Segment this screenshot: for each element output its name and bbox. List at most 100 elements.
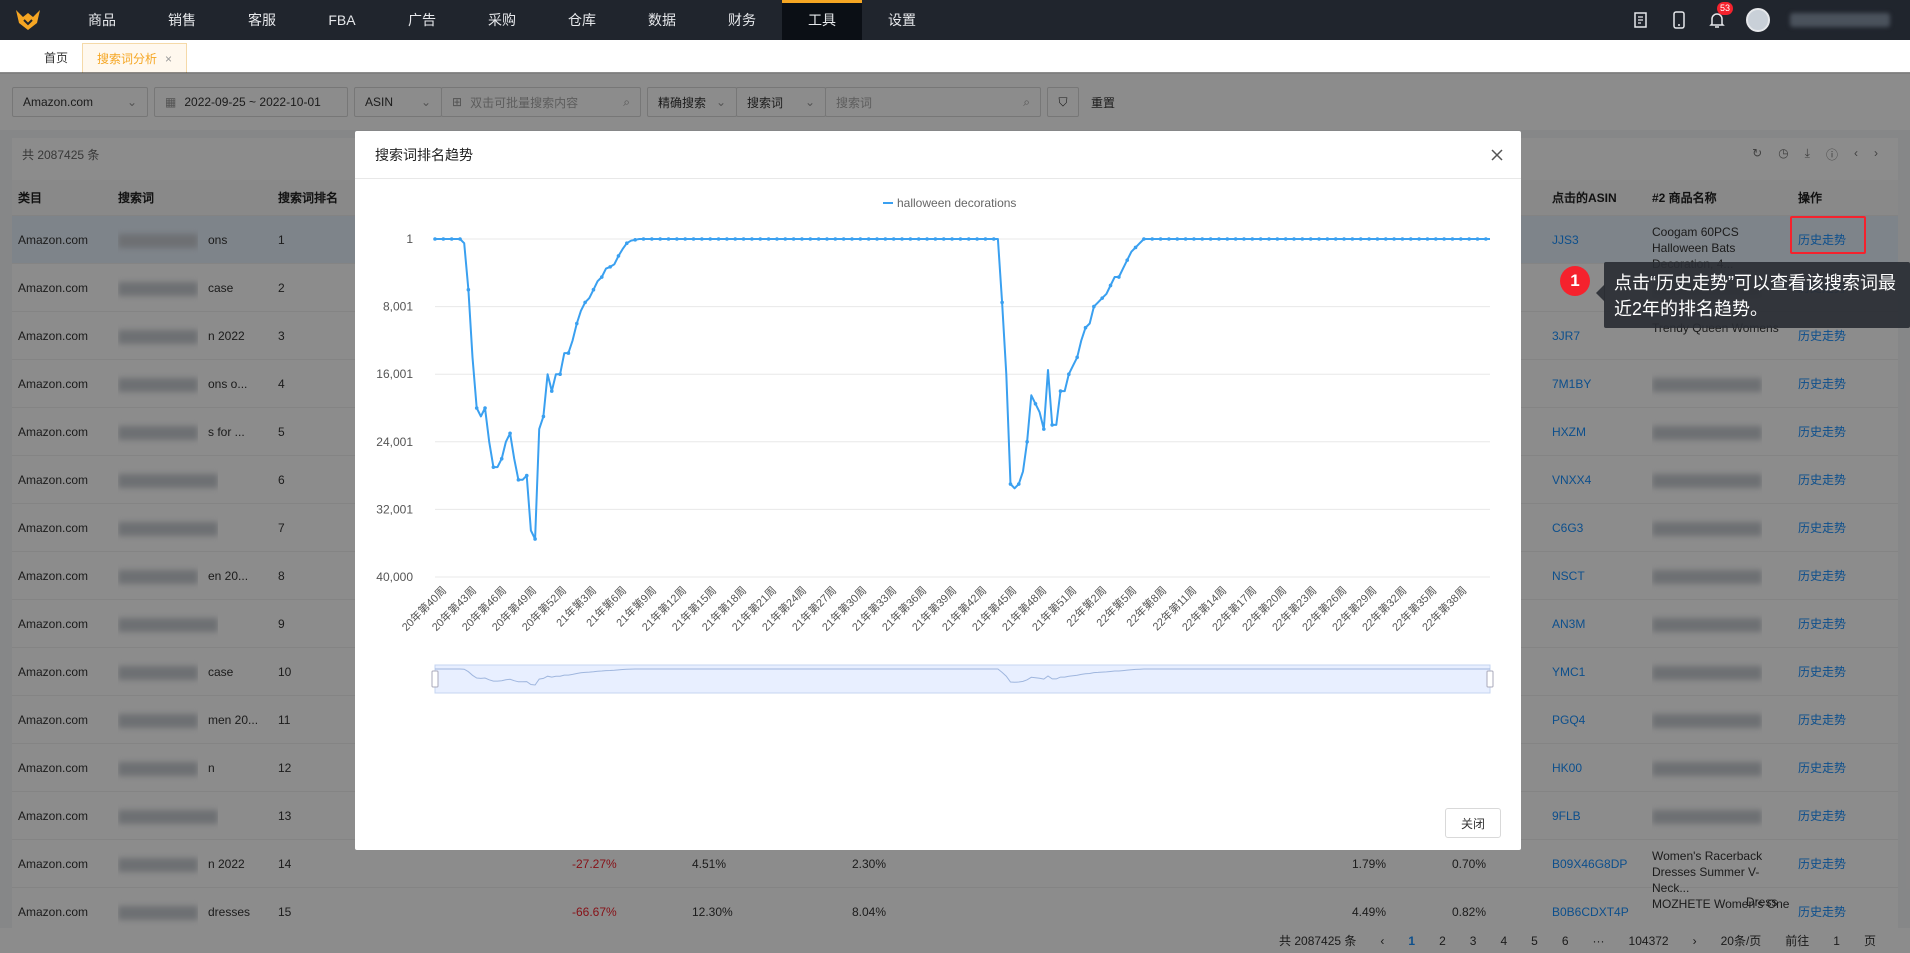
close-icon[interactable] — [1487, 145, 1507, 165]
data-point — [625, 241, 629, 246]
data-point — [1067, 372, 1071, 376]
step-number-badge: 1 — [1560, 266, 1590, 296]
data-point — [1258, 237, 1263, 241]
page-tabs: 首页 搜索词分析 × — [0, 40, 1910, 74]
y-tick-label: 1 — [406, 232, 413, 246]
main-menu: 商品 销售 客服 FBA 广告 采购 仓库 数据 财务 工具 设置 — [62, 0, 942, 40]
data-point — [925, 237, 929, 241]
data-point — [1092, 304, 1096, 309]
data-point — [1050, 423, 1054, 427]
tab-close-icon[interactable]: × — [165, 44, 172, 74]
data-point — [1275, 237, 1280, 241]
data-point — [1300, 237, 1305, 241]
data-point — [599, 275, 604, 279]
data-point — [1350, 237, 1355, 241]
data-point — [916, 237, 921, 241]
data-point — [466, 287, 471, 292]
data-point — [708, 237, 713, 241]
data-point — [549, 389, 554, 393]
user-name-redacted[interactable] — [1790, 13, 1890, 27]
task-list-icon[interactable] — [1632, 11, 1650, 29]
bell-icon[interactable]: 53 — [1708, 2, 1734, 29]
nav-item-8[interactable]: 财务 — [702, 0, 782, 40]
nav-item-9[interactable]: 工具 — [782, 0, 862, 40]
tab-home-label: 首页 — [44, 51, 69, 65]
data-point — [1250, 237, 1255, 241]
data-point — [841, 237, 846, 241]
data-point — [1225, 237, 1230, 241]
data-point — [991, 237, 996, 241]
data-point — [1408, 237, 1413, 241]
data-point — [1233, 237, 1238, 241]
data-point — [583, 300, 587, 305]
data-point — [616, 254, 621, 258]
data-point — [658, 237, 662, 241]
nav-item-2[interactable]: 客服 — [222, 0, 302, 40]
brand-logo-icon[interactable] — [8, 0, 48, 40]
data-point — [683, 237, 687, 241]
data-point — [1042, 427, 1046, 431]
rank-trend-chart: halloween decorations 1 8,001 16,001 24,001 3… — [376, 196, 1494, 694]
data-point — [1242, 237, 1246, 241]
notification-badge: 53 — [1717, 2, 1734, 15]
data-point — [1108, 283, 1113, 288]
data-point — [933, 237, 938, 241]
data-point — [775, 237, 779, 241]
close-button[interactable]: 关闭 — [1445, 808, 1501, 838]
mobile-icon[interactable] — [1670, 11, 1688, 29]
nav-item-5[interactable]: 采购 — [462, 0, 542, 40]
data-point — [524, 473, 529, 478]
data-point — [825, 237, 829, 241]
data-point — [1117, 275, 1121, 279]
data-point — [1167, 237, 1171, 241]
data-point — [1183, 237, 1188, 241]
data-point — [791, 237, 796, 241]
y-tick-label: 8,001 — [383, 300, 413, 314]
data-point — [566, 351, 571, 355]
data-point — [941, 237, 946, 241]
nav-item-1[interactable]: 销售 — [142, 0, 222, 40]
nav-item-10[interactable]: 设置 — [862, 0, 942, 40]
zoom-handle-right — [1486, 670, 1494, 688]
data-point — [850, 237, 854, 241]
data-point — [1358, 237, 1363, 241]
legend-label: halloween decorations — [897, 196, 1016, 210]
data-point — [1000, 300, 1004, 305]
modal-header: 搜索词排名趋势 — [355, 131, 1521, 179]
data-point — [675, 237, 679, 241]
data-point — [758, 237, 763, 241]
data-point — [1158, 237, 1163, 241]
y-tick-label: 40,000 — [376, 570, 413, 584]
data-point — [891, 237, 896, 241]
data-point — [1267, 237, 1271, 241]
data-point — [1217, 237, 1221, 241]
top-navigation: 商品 销售 客服 FBA 广告 采购 仓库 数据 财务 工具 设置 53 — [0, 0, 1910, 40]
data-point — [1175, 237, 1180, 241]
nav-item-0[interactable]: 商品 — [62, 0, 142, 40]
data-point — [725, 237, 729, 241]
nav-item-6[interactable]: 仓库 — [542, 0, 622, 40]
y-tick-label: 24,001 — [376, 435, 413, 449]
data-point — [1100, 296, 1104, 300]
data-point — [591, 287, 596, 292]
y-tick-label: 16,001 — [376, 367, 413, 381]
tab-home[interactable]: 首页 — [30, 43, 82, 73]
tab-search-term-analysis[interactable]: 搜索词分析 × — [82, 43, 188, 74]
data-point — [875, 237, 879, 241]
y-tick-label: 32,001 — [376, 502, 413, 516]
data-point — [1425, 237, 1430, 241]
nav-item-4[interactable]: 广告 — [382, 0, 462, 40]
data-point — [1342, 237, 1346, 241]
data-point — [808, 237, 813, 241]
user-avatar[interactable] — [1746, 8, 1770, 32]
data-point — [1150, 237, 1155, 241]
modal-title: 搜索词排名趋势 — [375, 146, 473, 163]
nav-item-3[interactable]: FBA — [302, 0, 382, 40]
data-point — [574, 321, 579, 326]
data-point — [1208, 237, 1213, 241]
data-point — [766, 237, 771, 241]
data-point — [783, 237, 788, 241]
data-point — [508, 431, 512, 436]
nav-item-7[interactable]: 数据 — [622, 0, 702, 40]
data-point — [958, 237, 963, 241]
